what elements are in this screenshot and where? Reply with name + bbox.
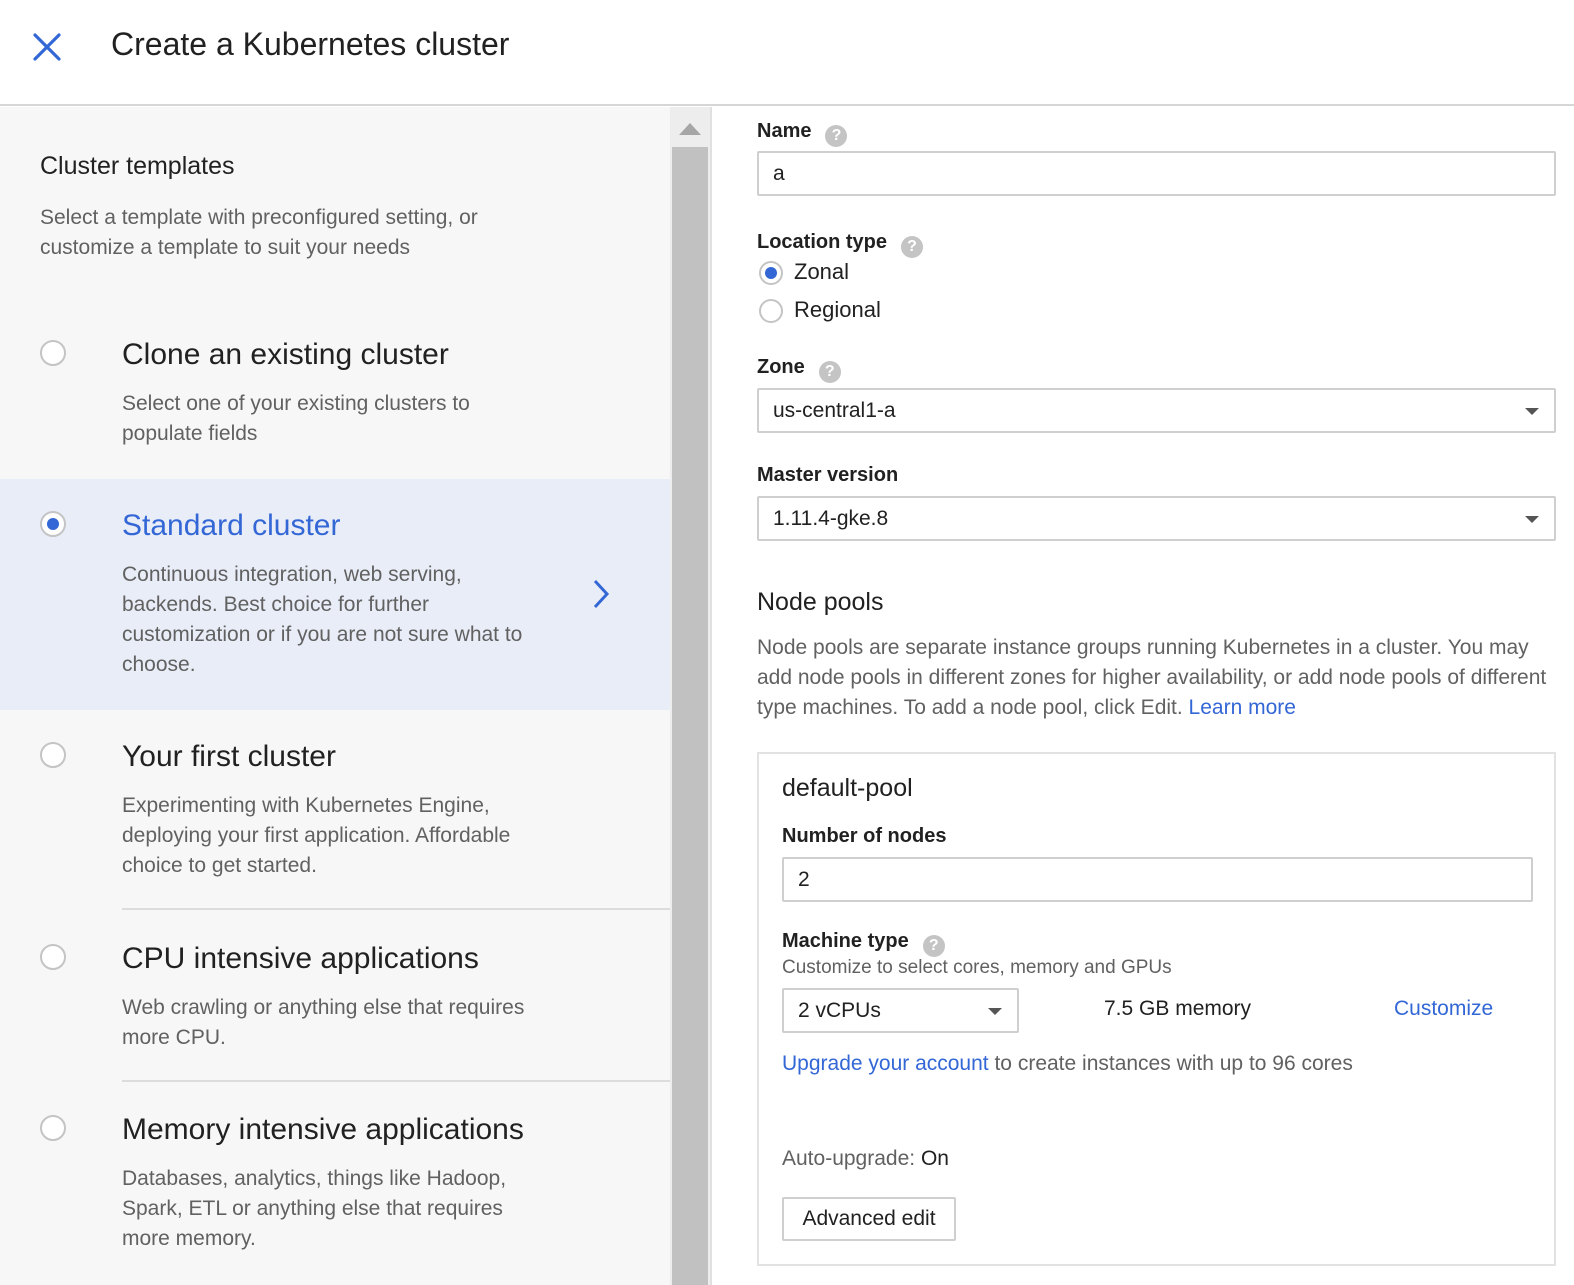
number-of-nodes-input[interactable] (782, 857, 1533, 902)
machine-type-label: Machine type? (782, 930, 945, 957)
node-pools-description-text: Node pools are separate instance groups … (757, 636, 1547, 719)
templates-heading: Cluster templates (40, 152, 235, 180)
help-icon[interactable]: ? (901, 236, 924, 258)
dropdown-caret-icon (988, 1008, 1002, 1015)
divider (122, 1080, 670, 1082)
number-of-nodes-label: Number of nodes (782, 825, 947, 847)
scrollbar-thumb[interactable] (672, 147, 708, 1285)
regional-radio[interactable] (759, 299, 783, 323)
auto-upgrade-label: Auto-upgrade: (782, 1147, 916, 1170)
page-title: Create a Kubernetes cluster (111, 26, 510, 62)
learn-more-link[interactable]: Learn more (1189, 696, 1296, 719)
template-description: Select one of your existing clusters to … (122, 392, 470, 445)
regional-label: Regional (794, 297, 881, 322)
auto-upgrade-status: Auto-upgrade: On (782, 1147, 949, 1171)
machine-type-subtitle: Customize to select cores, memory and GP… (782, 957, 1172, 978)
location-type-label-text: Location type (757, 231, 888, 253)
scrollbar[interactable] (670, 107, 710, 1285)
zonal-label: Zonal (794, 259, 850, 284)
template-description: Experimenting with Kubernetes Engine, de… (122, 794, 511, 877)
master-version-value: 1.11.4-gke.8 (773, 507, 889, 530)
location-zonal-option[interactable]: Zonal (757, 259, 877, 289)
template-radio-clone[interactable] (40, 340, 66, 366)
divider (122, 908, 670, 910)
templates-description: Select a template with preconfigured set… (40, 206, 478, 259)
template-option-clone[interactable]: Clone an existing cluster Select one of … (0, 316, 670, 479)
template-option-cpu[interactable]: CPU intensive applications Web crawling … (0, 912, 670, 1082)
help-icon[interactable]: ? (818, 361, 841, 383)
name-label-text: Name (757, 120, 812, 142)
zonal-radio[interactable] (759, 261, 783, 285)
template-radio-memory[interactable] (40, 1115, 66, 1141)
close-icon[interactable] (28, 28, 66, 66)
zone-label-text: Zone (757, 356, 805, 378)
template-title: Memory intensive applications (122, 1113, 524, 1146)
template-option-standard[interactable]: Standard cluster Continuous integration,… (0, 479, 670, 710)
template-option-memory[interactable]: Memory intensive applications Databases,… (0, 1084, 670, 1285)
template-description: Web crawling or anything else that requi… (122, 996, 525, 1049)
zone-select[interactable]: us-central1-a (757, 388, 1556, 433)
template-option-first[interactable]: Your first cluster Experimenting with Ku… (0, 710, 670, 910)
template-description: Databases, analytics, things like Hadoop… (122, 1167, 507, 1250)
template-title: Clone an existing cluster (122, 338, 449, 371)
zone-label: Zone? (757, 356, 841, 383)
template-title: Your first cluster (122, 740, 336, 773)
template-title: Standard cluster (122, 509, 341, 542)
zone-value: us-central1-a (773, 399, 896, 422)
memory-value: 7.5 GB memory (1104, 997, 1252, 1020)
node-pools-heading: Node pools (757, 588, 884, 616)
help-icon[interactable]: ? (922, 935, 945, 957)
pool-name: default-pool (782, 774, 913, 802)
machine-type-value: 2 vCPUs (798, 999, 881, 1022)
location-regional-option[interactable]: Regional (757, 297, 897, 327)
scroll-up-arrow-icon[interactable] (670, 107, 710, 147)
template-description: Continuous integration, web serving, bac… (122, 563, 523, 676)
machine-type-select[interactable]: 2 vCPUs (782, 988, 1019, 1033)
advanced-edit-button[interactable]: Advanced edit (782, 1197, 956, 1241)
dropdown-caret-icon (1525, 516, 1539, 523)
name-label: Name? (757, 120, 848, 147)
machine-type-label-text: Machine type (782, 930, 909, 952)
template-radio-cpu[interactable] (40, 944, 66, 970)
dialog-header: Create a Kubernetes cluster (0, 0, 1574, 106)
cluster-templates-panel: Cluster templates Select a template with… (0, 107, 670, 1285)
name-input[interactable] (757, 151, 1556, 196)
chevron-right-icon (590, 577, 614, 611)
node-pool-card: default-pool Number of nodes Machine typ… (757, 752, 1556, 1266)
upgrade-account-link[interactable]: Upgrade your account (782, 1052, 989, 1075)
node-pools-description: Node pools are separate instance groups … (757, 633, 1562, 723)
template-radio-standard[interactable] (40, 511, 66, 537)
customize-link[interactable]: Customize (1394, 997, 1493, 1021)
location-type-label: Location type? (757, 231, 924, 258)
master-version-label: Master version (757, 464, 899, 486)
dropdown-caret-icon (1525, 408, 1539, 415)
master-version-select[interactable]: 1.11.4-gke.8 (757, 496, 1556, 541)
auto-upgrade-value: On (920, 1147, 949, 1170)
template-title: CPU intensive applications (122, 942, 479, 975)
help-icon[interactable]: ? (825, 125, 848, 147)
template-radio-first[interactable] (40, 742, 66, 768)
cluster-form: Name? Location type? Zonal Regional Zone… (712, 107, 1574, 1285)
upgrade-text: to create instances with up to 96 cores (988, 1052, 1353, 1075)
upgrade-notice: Upgrade your account to create instances… (782, 1052, 1353, 1076)
